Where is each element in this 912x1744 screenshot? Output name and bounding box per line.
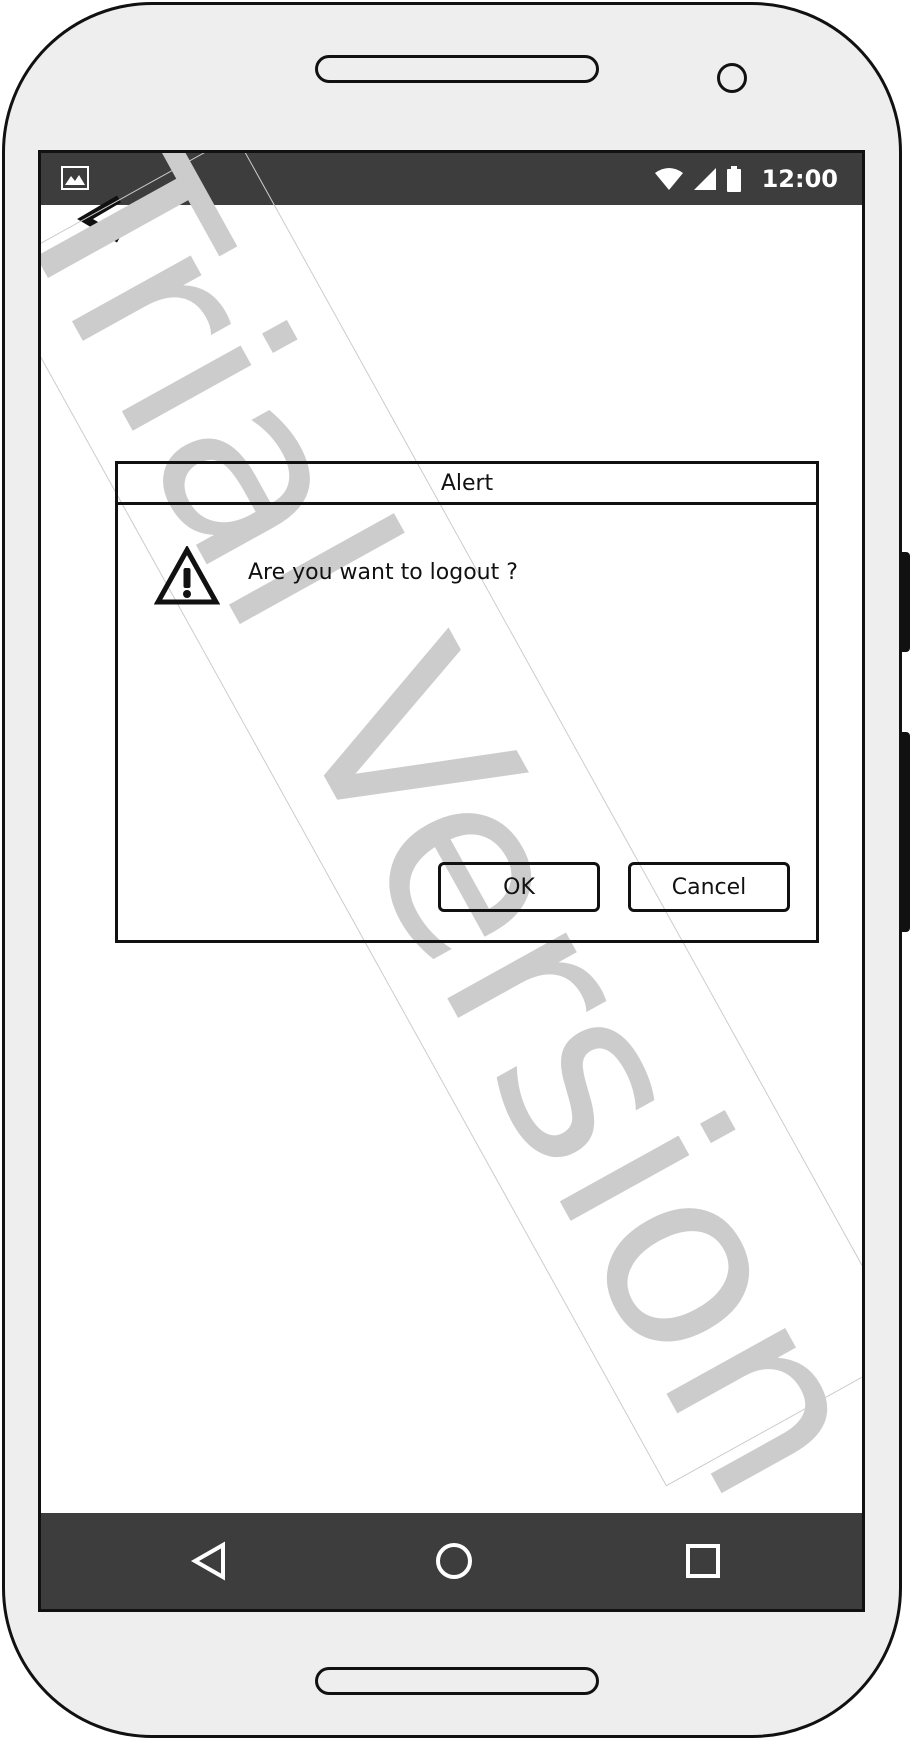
ok-button[interactable]: OK <box>438 862 600 912</box>
dialog-title: Alert <box>440 470 494 496</box>
navigation-bar <box>41 1513 862 1609</box>
power-button <box>902 732 910 932</box>
nav-back-icon[interactable] <box>181 1533 237 1589</box>
status-bar: 12:00 <box>41 153 862 205</box>
dialog-message: Are you want to logout ? <box>248 560 518 585</box>
volume-button <box>902 552 910 652</box>
dialog-title-bar: Alert <box>118 464 816 505</box>
status-icons: 12:00 <box>654 153 838 205</box>
chevron-left-icon[interactable] <box>77 193 133 249</box>
top-speaker <box>315 55 599 83</box>
warning-icon <box>154 546 220 605</box>
front-camera <box>717 63 747 93</box>
image-icon <box>61 166 89 190</box>
screen: 12:00 Trial Version Alert Are you want t… <box>38 150 865 1612</box>
nav-home-icon[interactable] <box>426 1533 482 1589</box>
nav-recents-icon[interactable] <box>675 1533 731 1589</box>
signal-icon <box>693 168 716 190</box>
alert-dialog: Alert Are you want to logout ? OK Cancel <box>115 461 819 943</box>
status-time: 12:00 <box>761 165 838 193</box>
wifi-icon <box>654 168 683 190</box>
cancel-button[interactable]: Cancel <box>628 862 790 912</box>
battery-icon <box>726 166 741 192</box>
bottom-speaker <box>315 1667 599 1695</box>
